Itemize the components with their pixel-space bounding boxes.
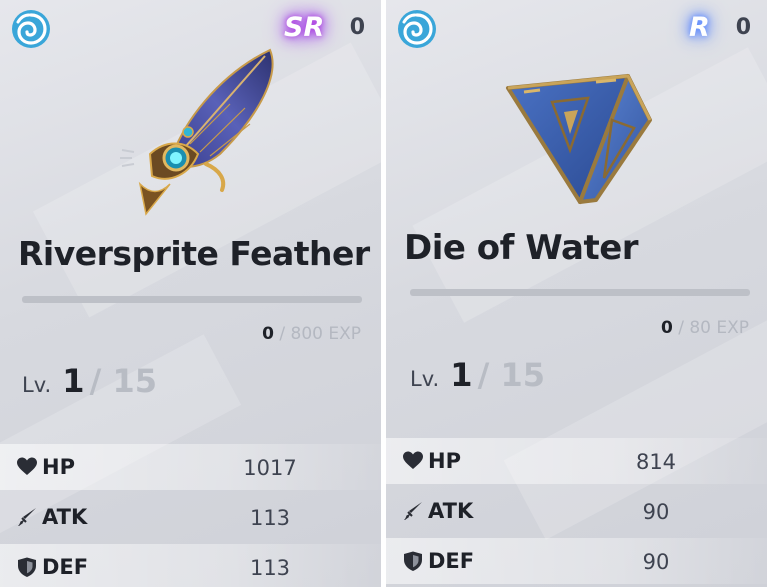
level-prefix: Lv. — [410, 367, 440, 391]
level-prefix: Lv. — [22, 373, 52, 397]
stat-value: 113 — [249, 506, 291, 530]
feather-artwork-icon — [120, 48, 274, 216]
exp-progress-bar — [22, 296, 362, 303]
stat-label: ATK — [428, 499, 474, 523]
sword-icon — [18, 508, 36, 526]
water-die-artwork-icon — [506, 74, 652, 204]
level-display: Lv. 1 / 15 — [22, 362, 157, 400]
stat-row-atk: ATK 90 — [386, 488, 767, 534]
stat-value: 90 — [642, 550, 670, 574]
heart-icon — [17, 457, 37, 475]
exp-progress-bar — [410, 289, 750, 296]
heart-icon — [403, 451, 423, 469]
stat-value: 814 — [635, 450, 677, 474]
level-display: Lv. 1 / 15 — [410, 356, 545, 394]
item-card-die-of-water[interactable]: R 0 Die of Water 0 / 80 EXP Lv. 1 / 15 H… — [386, 0, 767, 587]
sword-icon — [404, 502, 422, 520]
level-current: 1 — [62, 362, 85, 400]
stat-label: HP — [42, 455, 75, 479]
item-card-riversprite-feather[interactable]: SR 0 Riversprite Feather 0 / 800 EXP Lv.… — [0, 0, 381, 587]
stat-row-atk: ATK 113 — [0, 494, 381, 540]
level-max: / 15 — [477, 356, 545, 394]
exp-text: 0 / 800 EXP — [262, 324, 361, 344]
exp-max: / 80 EXP — [678, 318, 749, 338]
exp-current: 0 — [660, 318, 673, 338]
stat-row-def: DEF 113 — [0, 544, 381, 587]
level-current: 1 — [450, 356, 473, 394]
hydro-element-icon — [12, 10, 50, 48]
stat-label: ATK — [42, 505, 88, 529]
rarity-badge: R — [689, 12, 710, 43]
stat-row-def: DEF 90 — [386, 538, 767, 584]
rarity-badge: SR — [284, 12, 325, 43]
item-count: 0 — [735, 15, 751, 40]
stat-value: 1017 — [243, 456, 297, 480]
exp-current: 0 — [262, 324, 274, 344]
shield-icon — [18, 557, 36, 577]
stat-value: 90 — [642, 500, 670, 524]
stat-row-hp: HP 814 — [386, 438, 767, 484]
item-count: 0 — [349, 15, 365, 40]
exp-max: / 800 EXP — [279, 324, 361, 344]
exp-text: 0 / 80 EXP — [661, 318, 749, 338]
shield-icon — [404, 551, 422, 571]
hydro-element-icon — [398, 10, 436, 48]
stat-label: DEF — [42, 555, 89, 579]
item-name: Riversprite Feather — [18, 234, 370, 273]
stat-label: HP — [428, 449, 461, 473]
item-name: Die of Water — [404, 228, 639, 268]
level-max: / 15 — [89, 362, 157, 400]
stat-label: DEF — [428, 549, 475, 573]
stat-row-hp: HP 1017 — [0, 444, 381, 490]
stat-value: 113 — [249, 556, 291, 580]
